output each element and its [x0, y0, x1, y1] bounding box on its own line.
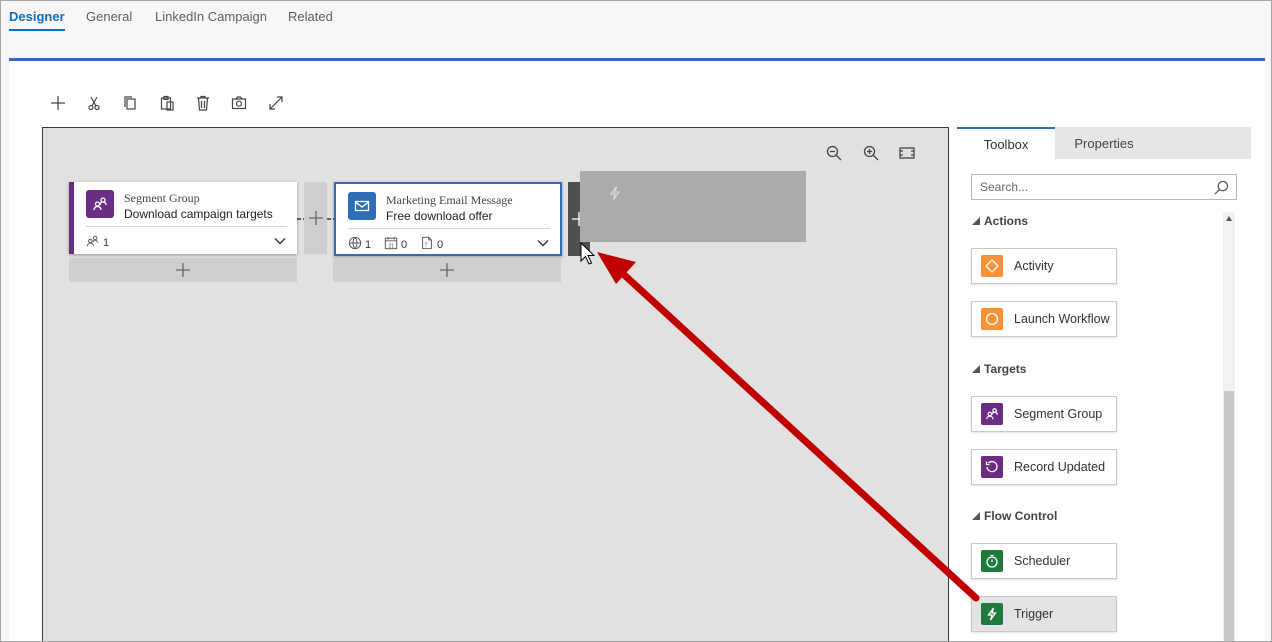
design-canvas[interactable]: Segment Group Download campaign targets …	[42, 127, 949, 642]
cut-icon[interactable]	[83, 92, 105, 114]
tile-type: Segment Group	[124, 191, 200, 205]
trigger-icon	[609, 186, 621, 200]
toolbox-item-segment-group[interactable]: Segment Group	[971, 396, 1117, 432]
tab-linkedin-campaign[interactable]: LinkedIn Campaign	[155, 9, 267, 24]
trigger-drop-placeholder	[580, 171, 806, 242]
record-tabs: Designer General LinkedIn Campaign Relat…	[0, 0, 1272, 36]
toolbox-pane: Toolbox Properties Actions Activity Laun…	[957, 127, 1251, 642]
calendar-icon: 21	[384, 236, 398, 253]
section-targets[interactable]: Targets	[972, 362, 1026, 376]
fit-to-screen-icon[interactable]	[896, 144, 918, 162]
toolbox-scrollbar[interactable]	[1223, 212, 1235, 642]
tab-general[interactable]: General	[86, 9, 132, 24]
toolbox-item-launch-workflow[interactable]: Launch Workflow	[971, 301, 1117, 337]
delete-icon[interactable]	[192, 92, 214, 114]
segment-members-icon	[86, 234, 100, 251]
refresh-icon	[981, 456, 1003, 478]
svg-text:21: 21	[388, 243, 394, 249]
diamond-icon	[981, 255, 1003, 277]
tile-name: Download campaign targets	[124, 207, 273, 221]
segment-group-tile[interactable]: Segment Group Download campaign targets …	[69, 182, 297, 254]
timer-icon	[981, 550, 1003, 572]
section-actions[interactable]: Actions	[972, 214, 1028, 228]
collapse-triangle-icon	[972, 512, 980, 520]
svg-text:?: ?	[424, 243, 427, 249]
segment-icon	[981, 403, 1003, 425]
tile-type: Marketing Email Message	[386, 193, 513, 207]
toolbox-item-scheduler[interactable]: Scheduler	[971, 543, 1117, 579]
tab-properties[interactable]: Properties	[1055, 127, 1153, 159]
tab-related[interactable]: Related	[288, 9, 333, 24]
search-icon[interactable]	[1214, 180, 1229, 195]
toolbox-search	[971, 174, 1237, 200]
segment-member-count: 1	[86, 234, 109, 251]
email-icon	[348, 192, 376, 220]
insert-between-tiles-button[interactable]	[304, 182, 327, 254]
globe-icon	[348, 236, 362, 253]
add-below-email-button[interactable]	[333, 258, 561, 282]
toolbox-item-activity[interactable]: Activity	[971, 248, 1117, 284]
zoom-out-icon[interactable]	[823, 144, 845, 162]
document-icon: ?	[420, 236, 434, 253]
email-document-count: ? 0	[420, 236, 443, 253]
add-below-segment-button[interactable]	[69, 258, 297, 282]
expand-icon[interactable]	[265, 92, 287, 114]
marketing-email-tile[interactable]: Marketing Email Message Free download of…	[334, 182, 562, 256]
scroll-up-arrow-icon[interactable]	[1226, 216, 1232, 221]
collapse-triangle-icon	[972, 365, 980, 373]
screenshot-icon[interactable]	[228, 92, 250, 114]
zoom-in-icon[interactable]	[860, 144, 882, 162]
toolbox-item-trigger[interactable]: Trigger	[971, 596, 1117, 632]
toolbox-item-record-updated[interactable]: Record Updated	[971, 449, 1117, 485]
expand-tile-chevron-icon[interactable]	[273, 234, 287, 248]
trigger-icon	[981, 603, 1003, 625]
tab-toolbox[interactable]: Toolbox	[957, 127, 1055, 159]
toolbox-search-input[interactable]	[972, 175, 1202, 199]
copy-icon[interactable]	[119, 92, 141, 114]
add-icon[interactable]	[47, 92, 69, 114]
collapse-triangle-icon	[972, 217, 980, 225]
paste-icon[interactable]	[156, 92, 178, 114]
tab-designer[interactable]: Designer	[9, 9, 65, 31]
scrollbar-thumb[interactable]	[1224, 391, 1234, 642]
tile-name: Free download offer	[386, 209, 493, 223]
circle-icon	[981, 308, 1003, 330]
email-schedule-count: 21 0	[384, 236, 407, 253]
email-language-count: 1	[348, 236, 371, 253]
segment-icon	[86, 190, 114, 218]
expand-tile-chevron-icon[interactable]	[536, 236, 550, 250]
section-flow-control[interactable]: Flow Control	[972, 509, 1057, 523]
